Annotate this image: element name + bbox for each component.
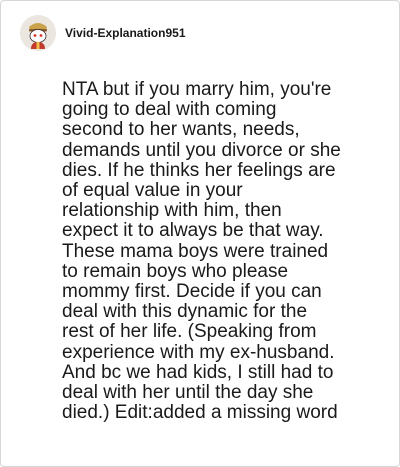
comment-line: rest of her life. (Speaking from <box>62 321 317 343</box>
comment-header: Vivid-Explanation951 <box>20 15 186 51</box>
username-link[interactable]: Vivid-Explanation951 <box>65 26 186 40</box>
comment-line: And bc we had kids, I still had to <box>62 361 334 383</box>
comment-line: dies. If he thinks her feelings are <box>62 159 336 181</box>
comment-line: demands until you divorce or she <box>62 139 341 161</box>
comment-body: NTA but if you marry him, you're going t… <box>62 79 382 424</box>
comment-card: Vivid-Explanation951 NTA but if you marr… <box>0 0 400 467</box>
comment-line: These mama boys were trained <box>62 240 329 262</box>
snoo-avatar-icon <box>20 15 56 51</box>
comment-line: relationship with him, then <box>62 200 282 222</box>
comment-line: deal with her until the day she <box>62 382 314 404</box>
comment-line: experience with my ex-husband. <box>62 341 335 363</box>
comment-line: mommy first. Decide if you can <box>62 281 322 303</box>
comment-line: deal with this dynamic for the <box>62 301 308 323</box>
comment-line: NTA but if you marry him, you're <box>62 79 332 100</box>
comment-line: to remain boys who please <box>62 260 289 282</box>
comment-line: second to her wants, needs, <box>62 119 300 141</box>
comment-line: expect it to always be that way. <box>62 220 324 242</box>
comment-line: going to deal with coming <box>62 99 277 121</box>
comment-line: died.) Edit:added a missing word <box>62 402 338 424</box>
comment-line: of equal value in your <box>62 180 243 202</box>
user-avatar-icon[interactable] <box>20 15 56 51</box>
